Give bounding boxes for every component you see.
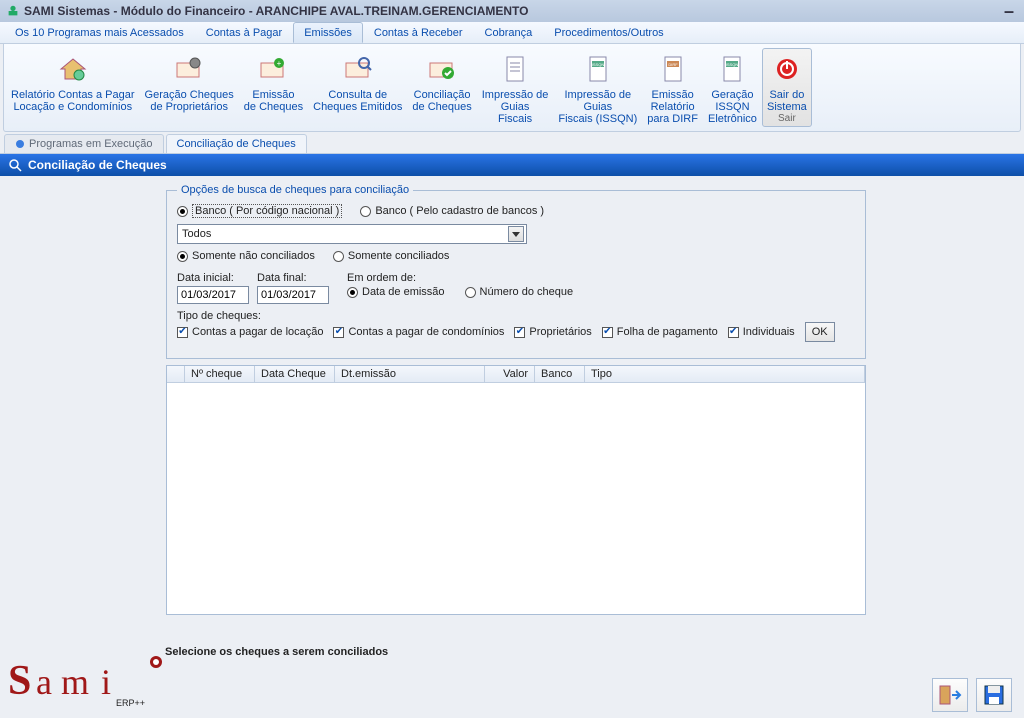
menu-procedimentos[interactable]: Procedimentos/Outros	[543, 22, 674, 43]
grid-header-num-cheque[interactable]: Nº cheque	[185, 366, 255, 382]
sami-logo: S a m i ERP++	[6, 652, 166, 712]
svg-text:m: m	[61, 662, 89, 702]
cheque-plus-icon: +	[257, 53, 289, 85]
power-icon	[771, 53, 803, 85]
ribbon-emissao-cheques[interactable]: + Emissão de Cheques	[239, 48, 308, 127]
window-title: SAMI Sistemas - Módulo do Financeiro - A…	[24, 4, 528, 18]
data-final-input[interactable]	[257, 286, 329, 304]
svg-text:DIRF: DIRF	[668, 62, 678, 67]
data-inicial-input[interactable]	[177, 286, 249, 304]
ribbon-consulta-cheques[interactable]: Consulta de Cheques Emitidos	[308, 48, 407, 127]
banco-select-value: Todos	[182, 228, 211, 240]
checkbox-icon	[177, 327, 188, 338]
footer-buttons	[932, 678, 1012, 712]
cheque-search-icon	[342, 53, 374, 85]
floppy-disk-icon	[982, 683, 1006, 707]
tipo-cheques-label: Tipo de cheques:	[177, 310, 261, 322]
svg-text:ISSQN: ISSQN	[726, 62, 739, 67]
ribbon-emissao-dirf[interactable]: DIRF Emissão Relatório para DIRF	[642, 48, 703, 127]
checkbox-icon	[514, 327, 525, 338]
checkbox-icon	[333, 327, 344, 338]
menu-emissoes[interactable]: Emissões	[293, 22, 363, 43]
search-icon	[8, 158, 22, 172]
cheque-gear-icon	[173, 53, 205, 85]
svg-text:+: +	[277, 59, 282, 68]
results-grid[interactable]: Nº cheque Data Cheque Dt.emissão Valor B…	[166, 365, 866, 615]
ribbon-sair[interactable]: Sair do Sistema Sair	[762, 48, 812, 127]
ribbon-conciliacao-cheques[interactable]: Conciliação de Cheques	[407, 48, 476, 127]
pane-titlebar: Conciliação de Cheques	[0, 154, 1024, 176]
check-individuais[interactable]: Individuais	[728, 326, 795, 338]
window-titlebar: SAMI Sistemas - Módulo do Financeiro - A…	[0, 0, 1024, 22]
radio-ordem-numero[interactable]: Número do cheque	[465, 286, 574, 298]
options-legend: Opções de busca de cheques para concilia…	[177, 184, 413, 196]
grid-header-valor[interactable]: Valor	[485, 366, 535, 382]
ribbon-guias-fiscais[interactable]: Impressão de Guias Fiscais	[477, 48, 554, 127]
radio-banco-codigo-nacional[interactable]: Banco ( Por código nacional )	[177, 204, 342, 218]
app-icon	[6, 4, 20, 18]
document-issqn2-icon: ISSQN	[716, 53, 748, 85]
grid-header: Nº cheque Data Cheque Dt.emissão Valor B…	[167, 366, 865, 383]
radio-dot-icon	[333, 251, 344, 262]
menu-bar: Os 10 Programas mais Acessados Contas à …	[0, 22, 1024, 44]
tab-conciliacao-cheques[interactable]: Conciliação de Cheques	[166, 134, 307, 153]
radio-dot-icon	[177, 251, 188, 262]
chevron-down-icon	[508, 226, 524, 242]
svg-text:ISSQN: ISSQN	[592, 62, 605, 67]
radio-banco-cadastro[interactable]: Banco ( Pelo cadastro de bancos )	[360, 205, 544, 217]
menu-contas-receber[interactable]: Contas à Receber	[363, 22, 474, 43]
door-exit-icon	[938, 683, 962, 707]
ribbon-relatorio-contas[interactable]: Relatório Contas a Pagar Locação e Condo…	[6, 48, 140, 127]
check-contas-condominios[interactable]: Contas a pagar de condomínios	[333, 326, 504, 338]
house-report-icon	[57, 53, 89, 85]
grid-header-data-cheque[interactable]: Data Cheque	[255, 366, 335, 382]
content-area: Opções de busca de cheques para concilia…	[0, 176, 1024, 619]
ok-button[interactable]: OK	[805, 322, 835, 342]
pane-title: Conciliação de Cheques	[28, 158, 167, 172]
document-dirf-icon: DIRF	[657, 53, 689, 85]
document-tabs: Programas em Execução Conciliação de Che…	[0, 132, 1024, 154]
options-fieldset: Opções de busca de cheques para concilia…	[166, 184, 866, 359]
exit-button[interactable]	[932, 678, 968, 712]
tab-programas-execucao[interactable]: Programas em Execução	[4, 134, 164, 153]
check-proprietarios[interactable]: Proprietários	[514, 326, 591, 338]
data-inicial-label: Data inicial:	[177, 272, 249, 284]
menu-cobranca[interactable]: Cobrança	[474, 22, 544, 43]
radio-nao-conciliados[interactable]: Somente não conciliados	[177, 250, 315, 262]
banco-select[interactable]: Todos	[177, 224, 527, 244]
svg-text:a: a	[36, 662, 52, 702]
svg-text:S: S	[8, 658, 31, 704]
data-final-label: Data final:	[257, 272, 329, 284]
ribbon-issqn-eletronico[interactable]: ISSQN Geração ISSQN Eletrônico	[703, 48, 762, 127]
grid-header-banco[interactable]: Banco	[535, 366, 585, 382]
grid-header-tipo[interactable]: Tipo	[585, 366, 865, 382]
radio-dot-icon	[465, 287, 476, 298]
save-button[interactable]	[976, 678, 1012, 712]
radio-conciliados[interactable]: Somente conciliados	[333, 250, 450, 262]
svg-text:ERP++: ERP++	[116, 698, 145, 708]
footer: S a m i ERP++	[6, 652, 1018, 712]
ordem-label: Em ordem de:	[347, 272, 573, 284]
grid-header-dt-emissao[interactable]: Dt.emissão	[335, 366, 485, 382]
checkbox-icon	[728, 327, 739, 338]
menu-programas[interactable]: Os 10 Programas mais Acessados	[4, 22, 195, 43]
radio-dot-icon	[347, 287, 358, 298]
tab-dot-icon	[15, 139, 25, 149]
document-icon	[499, 53, 531, 85]
check-folha-pagamento[interactable]: Folha de pagamento	[602, 326, 718, 338]
radio-dot-icon	[177, 206, 188, 217]
checkbox-icon	[602, 327, 613, 338]
svg-text:i: i	[101, 662, 111, 702]
ribbon-toolbar: Relatório Contas a Pagar Locação e Condo…	[3, 44, 1021, 132]
radio-ordem-emissao[interactable]: Data de emissão	[347, 286, 445, 298]
ribbon-guias-issqn[interactable]: ISSQN Impressão de Guias Fiscais (ISSQN)	[553, 48, 642, 127]
check-contas-locacao[interactable]: Contas a pagar de locação	[177, 326, 323, 338]
cheque-check-icon	[426, 53, 458, 85]
minimize-button[interactable]: –	[1000, 1, 1018, 22]
grid-header-spacer	[167, 366, 185, 382]
document-issqn-icon: ISSQN	[582, 53, 614, 85]
menu-contas-pagar[interactable]: Contas à Pagar	[195, 22, 293, 43]
radio-dot-icon	[360, 206, 371, 217]
ribbon-geracao-cheques[interactable]: Geração Cheques de Proprietários	[140, 48, 239, 127]
